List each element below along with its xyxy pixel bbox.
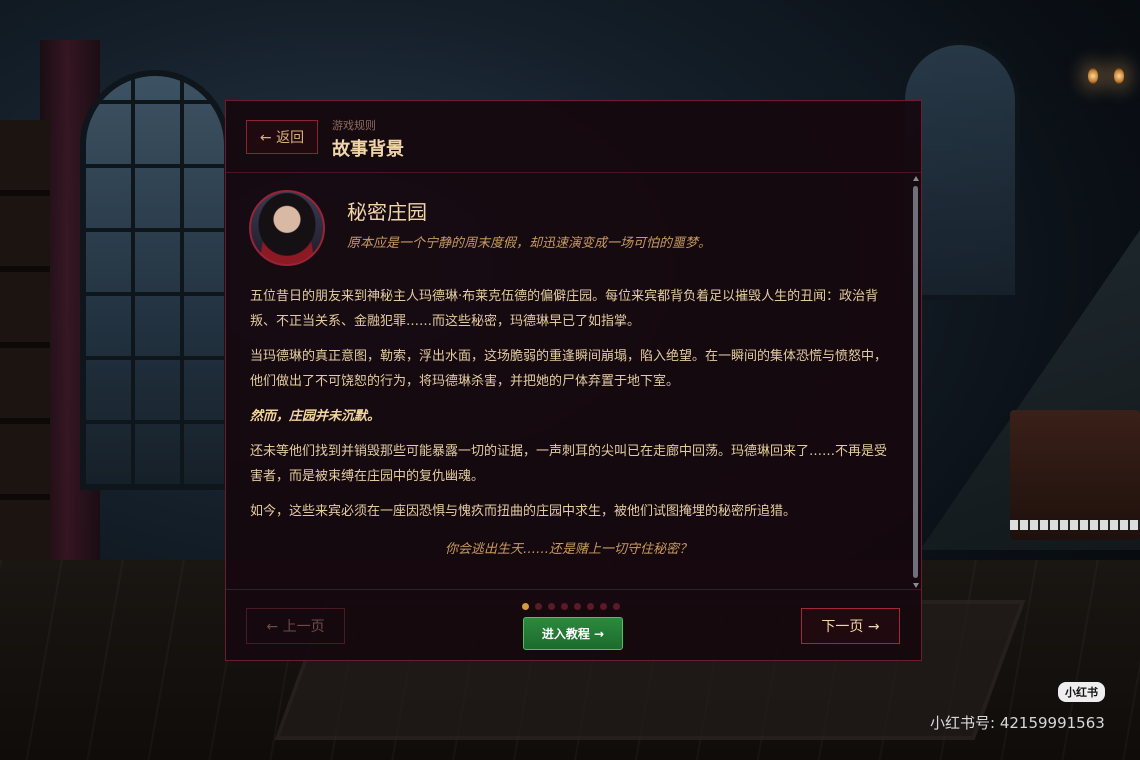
page-dot[interactable] <box>600 603 607 610</box>
panel-footer: ← 上一页 进入教程 → 下一页 → <box>226 589 921 661</box>
bookshelf <box>0 120 50 600</box>
story-closing-line: 你会逃出生天……还是赌上一切守住秘密？ <box>444 542 692 557</box>
page-dot[interactable] <box>548 603 555 610</box>
story-paragraph: 当玛德琳的真正意图，勒索，浮出水面，这场脆弱的重逢瞬间崩塌，陷入绝望。在一瞬间的… <box>250 349 888 389</box>
breadcrumb: 游戏规则 <box>332 119 376 132</box>
story-body: 五位昔日的朋友来到神秘主人玛德琳·布莱克伍德的偏僻庄园。每位来宾都背负着足以摧毁… <box>250 284 892 534</box>
scroll-thumb[interactable] <box>913 186 918 578</box>
next-page-button[interactable]: 下一页 → <box>801 608 900 644</box>
story-paragraph: 如今，这些来宾必须在一座因恐惧与愧疚而扭曲的庄园中求生，被他们试图掩埋的秘密所追… <box>250 504 797 519</box>
story-title: 秘密庄园 <box>347 200 427 224</box>
scroll-up-arrow-icon[interactable] <box>913 176 919 181</box>
panel-header: ← 返回 游戏规则 故事背景 <box>226 101 921 173</box>
page-dot[interactable] <box>587 603 594 610</box>
story-paragraph-emphasis: 然而，庄园并未沉默。 <box>250 409 381 424</box>
page-title: 故事背景 <box>332 139 404 160</box>
character-avatar <box>249 190 325 266</box>
scrollbar[interactable] <box>912 176 920 588</box>
arched-window <box>80 70 230 490</box>
prev-page-button[interactable]: ← 上一页 <box>246 608 345 644</box>
page-dot-active[interactable] <box>522 603 529 610</box>
next-page-label: 下一页 → <box>821 619 880 635</box>
story-content[interactable]: 秘密庄园 原本应是一个宁静的周末度假，却迅速演变成一场可怕的噩梦。 五位昔日的朋… <box>226 174 911 588</box>
story-paragraph: 五位昔日的朋友来到神秘主人玛德琳·布莱克伍德的偏僻庄园。每位来宾都背负着足以摧毁… <box>250 289 879 329</box>
back-button[interactable]: ← 返回 <box>246 120 318 154</box>
page-indicator <box>522 603 620 610</box>
watermark-id: 小红书号: 42159991563 <box>930 714 1105 732</box>
watermark-logo: 小红书 <box>1058 682 1105 702</box>
story-panel: ← 返回 游戏规则 故事背景 秘密庄园 原本应是一个宁静的周末度假，却迅速演变成… <box>225 100 922 661</box>
story-subtitle: 原本应是一个宁静的周末度假，却迅速演变成一场可怕的噩梦。 <box>347 236 712 251</box>
page-dot[interactable] <box>535 603 542 610</box>
prev-page-label: ← 上一页 <box>266 619 325 635</box>
page-dot[interactable] <box>561 603 568 610</box>
wall-lamp-icon <box>1088 68 1124 108</box>
back-button-label: ← 返回 <box>259 130 305 146</box>
page-dot[interactable] <box>613 603 620 610</box>
enter-tutorial-button[interactable]: 进入教程 → <box>523 617 623 650</box>
page-dot[interactable] <box>574 603 581 610</box>
story-paragraph: 还未等他们找到并销毁那些可能暴露一切的证据，一声刺耳的尖叫已在走廊中回荡。玛德琳… <box>250 444 888 484</box>
scroll-down-arrow-icon[interactable] <box>913 583 919 588</box>
piano <box>1010 410 1140 540</box>
enter-tutorial-label: 进入教程 → <box>541 627 605 641</box>
